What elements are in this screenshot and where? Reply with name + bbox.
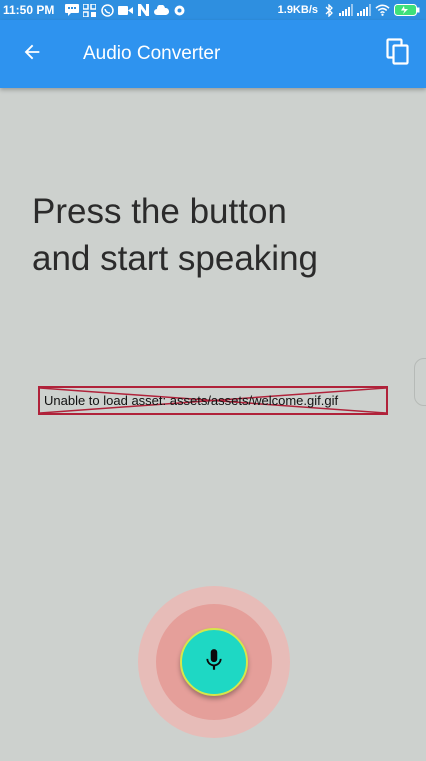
- prompt-line-2: and start speaking: [32, 239, 319, 278]
- status-bar: 11:50 PM 1.9KB/s: [0, 0, 426, 20]
- copy-icon: [386, 37, 410, 71]
- app-bar: Audio Converter: [0, 20, 426, 88]
- mic-button[interactable]: [180, 628, 248, 696]
- whatsapp-icon: [100, 3, 115, 17]
- net-speed: 1.9KB/s: [277, 4, 318, 16]
- n-icon: [136, 3, 151, 17]
- image-error-placeholder: Unable to load asset: assets/assets/welc…: [38, 386, 388, 415]
- prompt-line-1: Press the button: [32, 192, 287, 231]
- battery-icon: [393, 3, 421, 17]
- wifi-icon: [375, 3, 390, 17]
- arrow-back-icon: [21, 41, 43, 68]
- dot-icon: [172, 3, 187, 17]
- bluetooth-icon: [321, 3, 336, 17]
- video-icon: [118, 3, 133, 17]
- status-time: 11:50 PM: [3, 3, 55, 17]
- app-title: Audio Converter: [83, 43, 221, 64]
- edge-handle: [414, 358, 426, 406]
- prompt-text: Press the button and start speaking: [32, 188, 412, 282]
- back-button[interactable]: [12, 34, 52, 74]
- cloud-icon: [154, 3, 169, 17]
- notification-icons: [64, 0, 190, 20]
- image-error-text: Unable to load asset: assets/assets/welc…: [44, 393, 339, 408]
- status-right: 1.9KB/s: [278, 0, 424, 20]
- copy-button[interactable]: [378, 34, 418, 74]
- grid-icon: [82, 3, 97, 17]
- signal-icon: [357, 3, 372, 17]
- signal-icon: [339, 3, 354, 17]
- message-icon: [64, 3, 79, 17]
- microphone-icon: [201, 647, 227, 678]
